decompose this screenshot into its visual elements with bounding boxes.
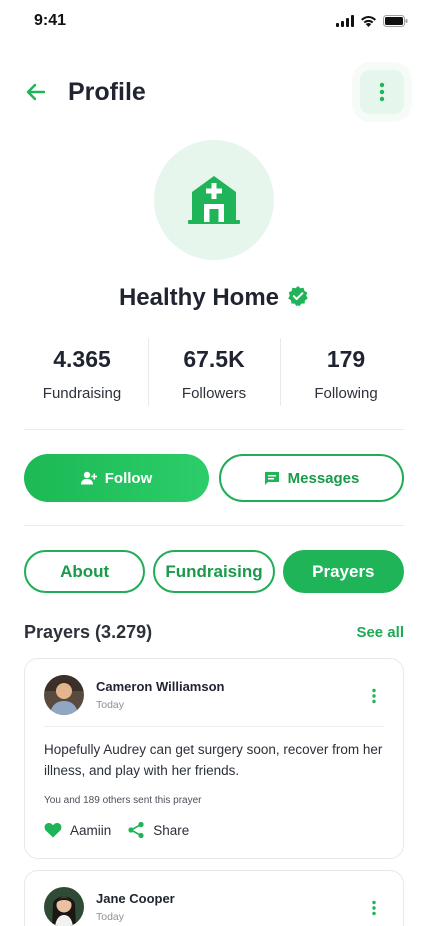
status-time: 9:41: [34, 12, 67, 29]
section-title: Prayers (3.279): [24, 622, 153, 642]
profile-actions: Follow Messages: [24, 454, 404, 502]
profile-tabs: About Fundraising Prayers: [24, 550, 404, 593]
page-title: Profile: [68, 78, 146, 106]
prayer-card: Jane Cooper Today: [24, 870, 404, 926]
stat-value: 4.365: [53, 346, 111, 372]
prayer-card: Cameron Williamson Today Hopefully Audre…: [24, 658, 404, 859]
more-vertical-icon[interactable]: [367, 687, 381, 705]
more-options-button[interactable]: [360, 70, 404, 114]
avatar: [44, 675, 84, 715]
divider: [24, 525, 404, 526]
card-author-name: Cameron Williamson: [96, 679, 225, 694]
tab-about[interactable]: About: [24, 550, 146, 593]
share-icon: [128, 821, 144, 839]
profile-name-row: Healthy Home: [0, 284, 428, 312]
profile-name: Healthy Home: [118, 284, 280, 311]
stat-following[interactable]: 179 Following: [280, 338, 412, 406]
prayers-section-header: Prayers (3.279) See all: [24, 620, 404, 646]
stat-label: Fundraising: [42, 385, 122, 402]
status-icons: [336, 14, 408, 32]
card-timestamp: Today: [96, 699, 125, 711]
tab-prayers[interactable]: Prayers: [282, 550, 404, 593]
messages-label: Messages: [287, 469, 360, 487]
stat-label: Followers: [181, 385, 247, 402]
message-icon: [264, 471, 279, 485]
signal-icon: [336, 14, 354, 32]
card-actions: Aamiin Share: [44, 821, 189, 839]
follow-label: Follow: [104, 469, 153, 487]
stat-label: Following: [314, 385, 378, 402]
stat-value: 67.5K: [183, 346, 245, 372]
avatar: [44, 887, 84, 926]
messages-button[interactable]: Messages: [219, 454, 404, 502]
status-bar: 9:41: [0, 0, 428, 44]
stat-fundraising: 4.365 Fundraising: [16, 338, 148, 406]
tab-fundraising[interactable]: Fundraising: [153, 550, 275, 593]
aamiin-label: Aamiin: [70, 822, 112, 838]
more-vertical-icon: [379, 82, 385, 102]
stat-value: 179: [326, 346, 366, 372]
profile-avatar: [154, 140, 274, 260]
back-button[interactable]: [24, 80, 48, 104]
see-all-link[interactable]: See all: [356, 624, 404, 641]
follow-button[interactable]: Follow: [24, 454, 209, 502]
prayer-text: Hopefully Audrey can get surgery soon, r…: [44, 742, 383, 778]
verified-badge-icon: [287, 285, 309, 312]
header: Profile: [0, 66, 428, 118]
aamiin-button[interactable]: Aamiin: [44, 822, 111, 838]
share-button[interactable]: Share: [127, 821, 189, 839]
wifi-icon: [360, 14, 377, 32]
more-vertical-icon[interactable]: [367, 899, 381, 917]
stat-followers[interactable]: 67.5K Followers: [148, 338, 280, 406]
card-author-name: Jane Cooper: [96, 891, 175, 906]
heart-icon: [44, 822, 62, 838]
card-timestamp: Today: [96, 911, 125, 923]
add-user-icon: [80, 471, 97, 485]
share-label: Share: [153, 822, 190, 838]
profile-stats: 4.365 Fundraising 67.5K Followers 179 Fo…: [16, 338, 412, 406]
battery-icon: [383, 14, 408, 32]
prayer-sent-count: You and 189 others sent this prayer: [44, 795, 202, 806]
hospital-icon: [188, 176, 240, 224]
arrow-left-icon: [26, 83, 46, 101]
divider: [44, 726, 384, 727]
divider: [24, 429, 404, 430]
